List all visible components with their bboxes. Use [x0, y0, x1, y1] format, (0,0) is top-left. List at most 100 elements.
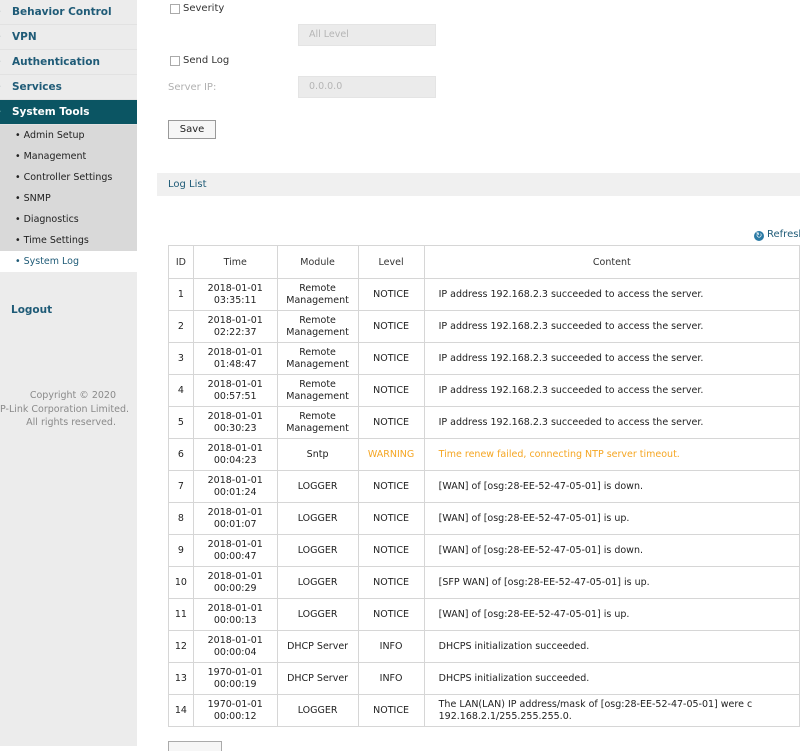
sidebar-item-authentication[interactable]: · Authentication [0, 50, 137, 75]
pagination-button[interactable] [168, 741, 222, 751]
log-list-title: Log List [168, 179, 207, 190]
cell-level-text: INFO [379, 640, 403, 652]
bullet-icon: • [15, 151, 21, 162]
sidebar-item-label: Behavior Control [12, 6, 112, 18]
cell-module-text: Management [286, 326, 349, 338]
cell-module: Remote Management [276, 374, 359, 407]
sub-item-time-settings[interactable]: • Time Settings [0, 230, 137, 251]
save-button[interactable]: Save [168, 120, 216, 139]
cell-module-text: Management [286, 422, 349, 434]
cell-id: 12 [168, 630, 194, 663]
cell-time-text: 2018-01-01 00:01:24 [207, 474, 263, 498]
copyright: Copyright © 2020 P-Link Corporation Limi… [0, 389, 130, 430]
cell-module-text: Management [286, 358, 349, 370]
cell-id-text: 3 [177, 352, 184, 364]
sub-item-label: Management [23, 151, 87, 162]
cell-content-text: [WAN] of [osg:28-EE-52-47-05-01] is up. [438, 608, 630, 620]
sub-item-controller-settings[interactable]: • Controller Settings [0, 167, 137, 188]
cell-level: NOTICE [357, 598, 425, 631]
sub-item-label: System Log [23, 256, 80, 267]
cell-id-text: 11 [174, 608, 187, 620]
sub-item-diagnostics[interactable]: • Diagnostics [0, 209, 137, 230]
table-row: 4 2018-01-01 00:57:51 Remote Management NOTI… [168, 374, 800, 407]
cell-id: 10 [168, 566, 194, 599]
cell-content-text: DHCPS initialization succeeded. [438, 640, 590, 652]
bullet-icon: • [15, 193, 21, 204]
column-header-module: Module [276, 245, 359, 279]
cell-level: NOTICE [357, 470, 425, 503]
sub-item-system-log[interactable]: • System Log [0, 251, 137, 272]
cell-time-text: 2018-01-01 00:57:51 [207, 378, 263, 402]
cell-id-text: 7 [177, 480, 184, 492]
cell-id-text: 1 [177, 288, 184, 300]
sidebar-item-behavior-control[interactable]: · Behavior Control [0, 0, 137, 25]
table-row: 10 2018-01-01 00:00:29 LOGGER NOTICE [SFP WA… [168, 566, 800, 599]
sub-item-label: Time Settings [23, 235, 89, 246]
sub-item-label: Admin Setup [23, 130, 85, 141]
log-list-header: Log List [157, 173, 800, 196]
severity-checkbox[interactable] [170, 4, 180, 14]
cell-module: LOGGER [276, 598, 359, 631]
cell-id: 8 [168, 502, 194, 535]
nav-dot-icon: · [0, 100, 1, 124]
nav-dot-icon: · [0, 0, 1, 24]
cell-time: 2018-01-01 00:00:29 [192, 566, 278, 599]
cell-content: IP address 192.168.2.3 succeeded to acce… [423, 342, 800, 375]
severity-select[interactable]: All Level [298, 24, 436, 46]
cell-time: 2018-01-01 00:00:04 [192, 630, 278, 663]
cell-id-text: 6 [177, 448, 184, 460]
sub-item-management[interactable]: • Management [0, 146, 137, 167]
cell-content: DHCPS initialization succeeded. [423, 630, 800, 663]
cell-id-text: 8 [177, 512, 184, 524]
cell-time: 2018-01-01 00:00:47 [192, 534, 278, 567]
cell-content-text: [WAN] of [osg:28-EE-52-47-05-01] is up. [438, 512, 630, 524]
cell-time-text: 2018-01-01 00:00:04 [207, 634, 263, 658]
cell-level-text: NOTICE [373, 544, 409, 556]
bullet-icon: • [15, 172, 21, 183]
cell-content: IP address 192.168.2.3 succeeded to acce… [423, 278, 800, 311]
copyright-line: Copyright © 2020 [29, 390, 116, 401]
cell-level-text: INFO [379, 672, 403, 684]
cell-time: 2018-01-01 00:01:24 [192, 470, 278, 503]
table-row: 11 2018-01-01 00:00:13 LOGGER NOTICE [WAN] o… [168, 598, 800, 631]
cell-content-text: [WAN] of [osg:28-EE-52-47-05-01] is down… [438, 480, 643, 492]
cell-id: 6 [168, 438, 194, 471]
cell-content: IP address 192.168.2.3 succeeded to acce… [423, 374, 800, 407]
cell-content: Time renew failed, connecting NTP server… [423, 438, 800, 471]
cell-id-text: 13 [174, 672, 187, 684]
sidebar-item-vpn[interactable]: · VPN [0, 25, 137, 50]
refresh-icon: ↻ [754, 231, 764, 241]
cell-level-text: NOTICE [373, 576, 409, 588]
cell-id: 2 [168, 310, 194, 343]
table-row: 1 2018-01-01 03:35:11 Remote Management NOTI… [168, 278, 800, 311]
server-ip-input[interactable]: 0.0.0.0 [298, 76, 436, 98]
sub-item-admin-setup[interactable]: • Admin Setup [0, 125, 137, 146]
cell-content-text: [WAN] of [osg:28-EE-52-47-05-01] is down… [438, 544, 643, 556]
cell-module-text: Remote [299, 314, 336, 326]
cell-level-text: NOTICE [373, 384, 409, 396]
cell-level-text: NOTICE [373, 480, 409, 492]
cell-level: NOTICE [357, 278, 425, 311]
nav-dot-icon: · [0, 25, 1, 49]
cell-content-text: 192.168.2.1/255.255.255.0. [438, 710, 572, 722]
send-log-checkbox[interactable] [170, 56, 180, 66]
log-table: ID Time Module Level Content 1 2018-01-01… [168, 245, 800, 727]
cell-level: NOTICE [357, 374, 425, 407]
cell-level-text: WARNING [367, 448, 415, 460]
table-row: 9 2018-01-01 00:00:47 LOGGER NOTICE [WAN] of… [168, 534, 800, 567]
cell-level: NOTICE [357, 534, 425, 567]
severity-label: Severity [183, 3, 225, 14]
sidebar-item-services[interactable]: · Services [0, 75, 137, 100]
cell-module: LOGGER [276, 470, 359, 503]
cell-id-text: 12 [174, 640, 187, 652]
sidebar-item-system-tools[interactable]: · System Tools [0, 100, 137, 125]
logout-link[interactable]: Logout [0, 299, 137, 321]
copyright-line: All rights reserved. [26, 417, 116, 428]
sub-item-snmp[interactable]: • SNMP [0, 188, 137, 209]
cell-id: 1 [168, 278, 194, 311]
nav-list: · Behavior Control · VPN · Authentication · Ser… [0, 0, 137, 125]
refresh-button[interactable]: ↻ Refresl [754, 229, 800, 241]
cell-id-text: 9 [177, 544, 184, 556]
copyright-line: P-Link Corporation Limited. [0, 403, 130, 415]
cell-content: [SFP WAN] of [osg:28-EE-52-47-05-01] is … [423, 566, 800, 599]
